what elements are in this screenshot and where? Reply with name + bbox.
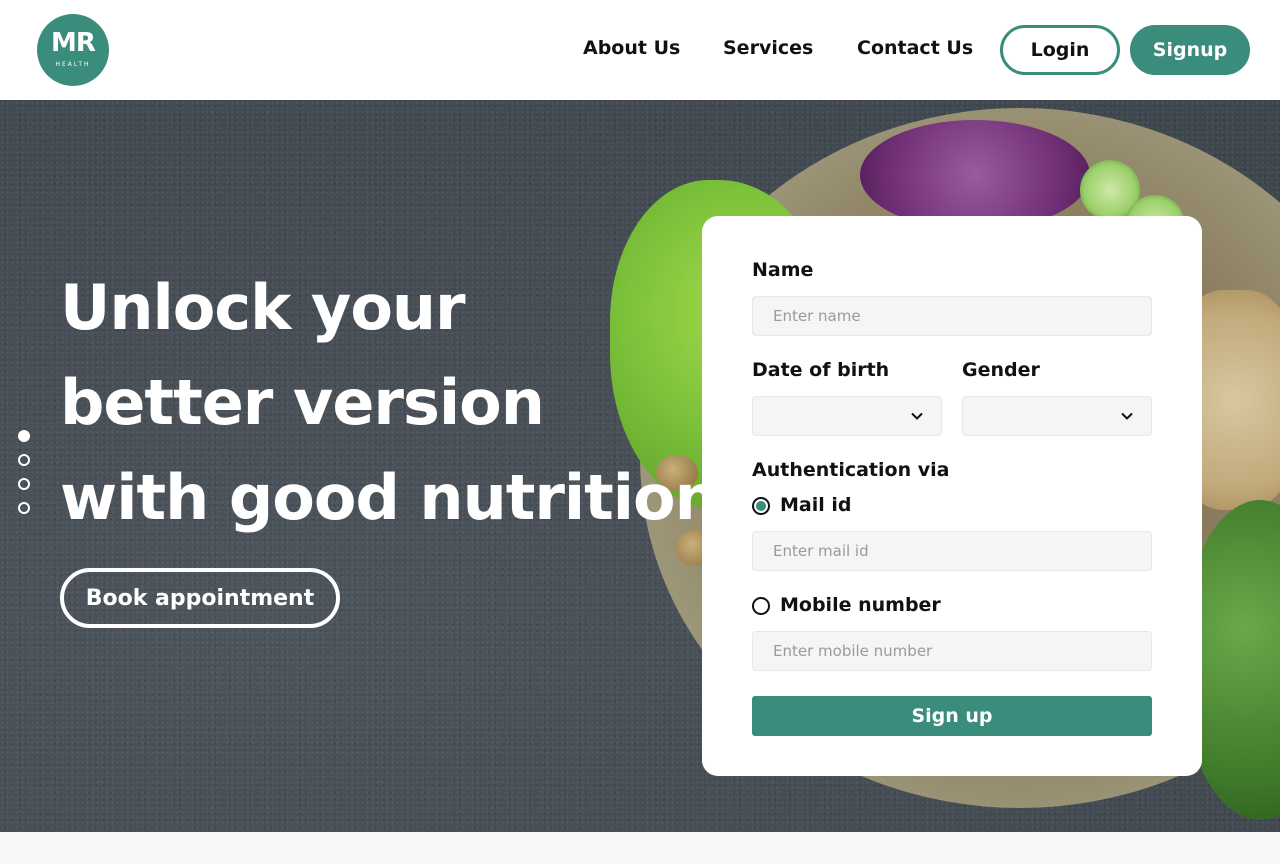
slide-indicator bbox=[18, 430, 32, 526]
sign-up-submit-button[interactable]: Sign up bbox=[752, 696, 1152, 736]
dob-label: Date of birth bbox=[752, 359, 890, 381]
mail-id-radio[interactable] bbox=[752, 497, 770, 515]
slide-dot[interactable] bbox=[18, 502, 30, 514]
headline-line: with good nutrition bbox=[60, 461, 719, 534]
slide-dot[interactable] bbox=[18, 454, 30, 466]
logo-subtext: HEALTH bbox=[55, 61, 91, 68]
nav-contact-us[interactable]: Contact Us bbox=[857, 37, 973, 59]
gender-label: Gender bbox=[962, 359, 1040, 381]
chevron-down-icon bbox=[911, 412, 923, 420]
mail-id-input[interactable] bbox=[752, 531, 1152, 571]
brand-logo[interactable]: MR HEALTH bbox=[37, 14, 109, 86]
hero-headline: Unlock your better version with good nut… bbox=[60, 260, 719, 545]
auth-label: Authentication via bbox=[752, 459, 950, 481]
mail-id-label[interactable]: Mail id bbox=[780, 494, 851, 516]
signup-button[interactable]: Signup bbox=[1130, 25, 1250, 75]
mobile-number-label[interactable]: Mobile number bbox=[780, 594, 941, 616]
red-cabbage-image bbox=[860, 120, 1090, 230]
nav-about-us[interactable]: About Us bbox=[583, 37, 680, 59]
logo-mark: MR bbox=[51, 28, 96, 58]
headline-line: Unlock your bbox=[60, 271, 466, 344]
headline-line: better version bbox=[60, 366, 545, 439]
slide-dot-active[interactable] bbox=[18, 430, 30, 442]
chevron-down-icon bbox=[1121, 412, 1133, 420]
name-label: Name bbox=[752, 259, 814, 281]
slide-dot[interactable] bbox=[18, 478, 30, 490]
nav-services[interactable]: Services bbox=[723, 37, 813, 59]
signup-form-card: Name Date of birth Gender Authentication… bbox=[702, 216, 1202, 776]
dob-select[interactable] bbox=[752, 396, 942, 436]
mobile-number-input[interactable] bbox=[752, 631, 1152, 671]
gender-select[interactable] bbox=[962, 396, 1152, 436]
site-header: MR HEALTH About Us Services Contact Us L… bbox=[0, 0, 1280, 100]
book-appointment-button[interactable]: Book appointment bbox=[60, 568, 340, 628]
login-button[interactable]: Login bbox=[1000, 25, 1120, 75]
mobile-number-radio[interactable] bbox=[752, 597, 770, 615]
name-input[interactable] bbox=[752, 296, 1152, 336]
hero-section: Unlock your better version with good nut… bbox=[0, 100, 1280, 832]
page-bottom-strip bbox=[0, 832, 1280, 864]
